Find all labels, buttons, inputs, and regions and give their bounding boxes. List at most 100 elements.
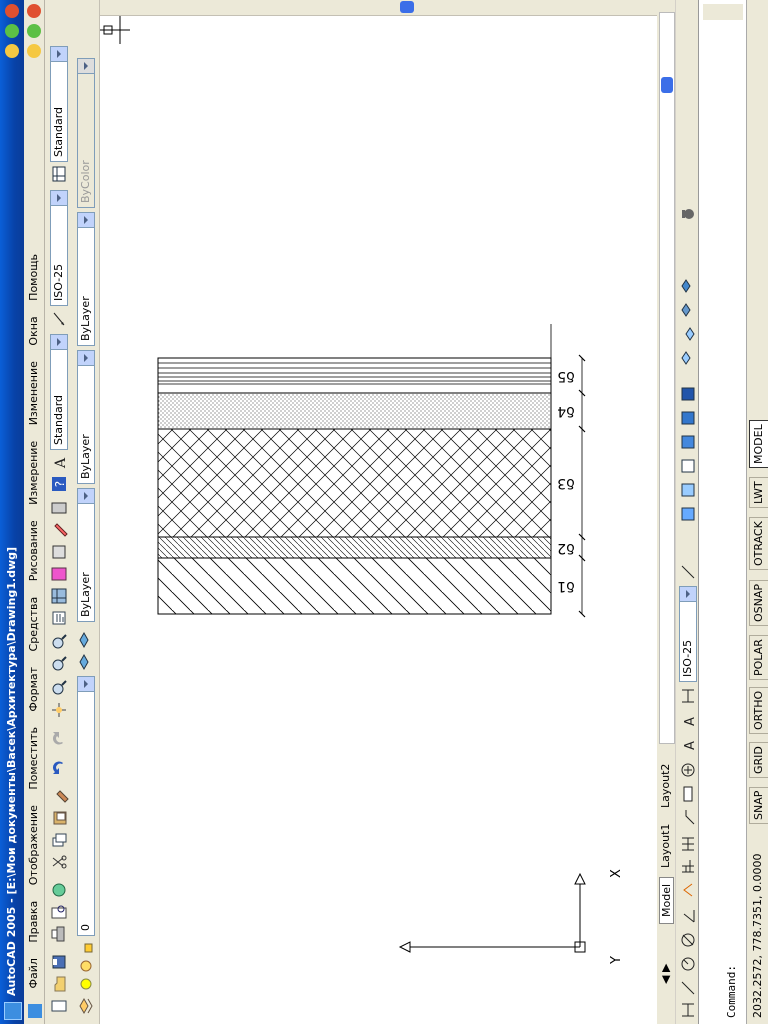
tool-palettes-icon[interactable] [49,564,69,584]
layer-4-hatch[interactable] [157,392,552,430]
make-current-layer-icon[interactable] [76,652,96,672]
menu-file[interactable]: Файл [24,952,43,994]
document-icon[interactable] [28,1004,42,1018]
snap-toggle[interactable]: SNAP [749,786,768,824]
dim-text-edit-icon[interactable]: A [678,710,698,730]
command-scrollbar[interactable] [703,4,743,20]
layer-previous-icon[interactable] [76,630,96,650]
leader-icon[interactable] [678,808,698,828]
baseline-dim-icon[interactable] [678,856,698,876]
vertical-scroll-thumb[interactable] [400,1,414,13]
menu-edit[interactable]: Правка [24,895,43,949]
tolerance-icon[interactable] [678,784,698,804]
flat-shaded-icon[interactable] [678,432,698,452]
wireframe-icon[interactable] [678,456,698,476]
osnap-toggle[interactable]: OSNAP [749,579,768,626]
table-style-icon[interactable] [49,164,69,184]
menu-view[interactable]: Отображение [24,799,43,891]
continue-dim-icon[interactable] [678,834,698,854]
camera-icon[interactable] [678,204,698,224]
lwt-toggle[interactable]: LWT [749,477,768,508]
tab-navigation[interactable]: ◀ ▶ [659,964,672,984]
menu-insert[interactable]: Поместить [24,721,43,796]
tab-layout1[interactable]: Layout1 [659,818,672,874]
layer-3-hatch[interactable] [157,428,552,538]
preview-icon[interactable] [49,902,69,922]
menu-tools[interactable]: Средства [24,591,43,658]
new-icon[interactable] [49,996,69,1016]
chevron-down-icon[interactable] [78,677,94,692]
vertical-scrollbar[interactable] [100,0,657,16]
chevron-down-icon[interactable] [51,335,67,350]
layer-manager-icon[interactable] [76,996,96,1016]
copy-icon[interactable] [49,830,69,850]
properties-icon[interactable] [49,608,69,628]
aligned-dim-icon[interactable] [678,978,698,998]
maximize-button[interactable] [5,24,19,38]
dim-update-icon[interactable] [678,686,698,706]
doc-minimize-button[interactable] [27,44,41,58]
edges-icon[interactable] [678,384,698,404]
grid-toggle[interactable]: GRID [749,742,768,778]
horizontal-scroll-thumb[interactable] [661,77,673,93]
design-center-icon[interactable] [49,586,69,606]
match-properties-icon[interactable] [49,786,69,806]
markup-icon[interactable] [49,520,69,540]
layer-combo[interactable]: 0 [77,676,95,936]
view-top-icon[interactable] [678,348,698,368]
text-style-combo[interactable]: Standard [50,334,68,450]
chevron-down-icon[interactable] [78,213,94,228]
view-bottom-icon[interactable] [678,324,698,344]
doc-close-button[interactable] [27,4,41,18]
cut-icon[interactable] [49,852,69,872]
center-mark-icon[interactable] [678,760,698,780]
radius-dim-icon[interactable] [678,954,698,974]
dim-style-right-combo[interactable]: ISO-25 [679,586,697,682]
dim-edit-icon[interactable]: A [678,734,698,754]
menu-modify[interactable]: Изменение [24,355,43,431]
horizontal-scrollbar[interactable] [659,12,675,744]
hidden-icon[interactable] [678,480,698,500]
lineweight-combo[interactable]: ByLayer [77,212,95,346]
menu-dimension[interactable]: Измерение [24,435,43,511]
open-icon[interactable] [49,974,69,994]
calculator-icon[interactable] [49,498,69,518]
chevron-down-icon[interactable] [680,587,696,602]
polar-toggle[interactable]: POLAR [749,635,768,680]
menu-help[interactable]: Помощь [24,248,43,307]
close-button[interactable] [5,4,19,18]
redo-icon[interactable] [49,728,69,748]
table-style-combo[interactable]: Standard [50,46,68,162]
print-icon[interactable] [49,924,69,944]
tab-model[interactable]: Model [659,876,674,924]
ortho-toggle[interactable]: ORTHO [749,686,768,734]
zoom-realtime-icon[interactable] [49,678,69,698]
chevron-down-icon[interactable] [78,351,94,366]
menu-format[interactable]: Формат [24,661,43,718]
view-right-icon[interactable] [678,276,698,296]
diameter-dim-icon[interactable] [678,930,698,950]
menu-window[interactable]: Окна [24,310,43,351]
sheet-set-icon[interactable] [49,542,69,562]
angular-dim-icon[interactable] [678,906,698,926]
layer-2-hatch[interactable] [157,536,552,559]
help-icon[interactable]: ? [49,474,69,494]
menu-draw[interactable]: Рисование [24,514,43,587]
app-icon[interactable] [4,1002,22,1020]
quick-dim-icon[interactable] [678,880,698,900]
linear-dim-icon[interactable] [678,1000,698,1020]
pan-icon[interactable] [49,700,69,720]
doc-restore-button[interactable] [27,24,41,38]
tab-layout2[interactable]: Layout2 [659,758,672,814]
layer-1-hatch[interactable] [157,557,552,615]
command-window[interactable]: Command: [698,0,747,1024]
dim-style-icon[interactable] [49,308,69,328]
undo-icon[interactable] [49,758,69,778]
view-left-icon[interactable] [678,300,698,320]
color-combo[interactable]: ByLayer [77,488,95,622]
chevron-down-icon[interactable] [78,489,94,504]
linetype-combo[interactable]: ByLayer [77,350,95,484]
drawing-area[interactable]: δ1 δ2 δ3 δ4 δ5 X Y [100,16,657,1024]
zoom-previous-icon[interactable] [49,632,69,652]
chevron-down-icon[interactable] [51,47,67,62]
